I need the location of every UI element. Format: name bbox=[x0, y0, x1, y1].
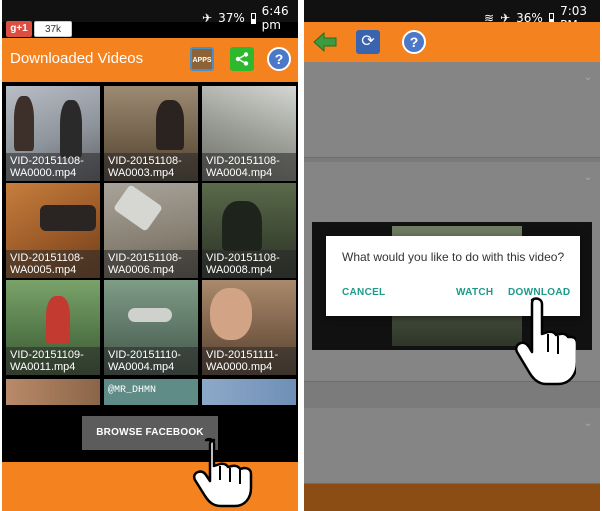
app-bar: Downloaded Videos APPS ? bbox=[2, 38, 298, 82]
video-tile[interactable]: VID-20151109-WA0011.mp4 bbox=[6, 280, 100, 375]
chevron-down-icon: ⌄ bbox=[583, 418, 592, 429]
page-title: Downloaded Videos bbox=[10, 50, 144, 67]
list-item[interactable]: ⌄ bbox=[304, 408, 600, 484]
share-icon[interactable] bbox=[230, 47, 254, 71]
dialog-title: What would you like to do with this vide… bbox=[342, 250, 565, 264]
video-tile[interactable]: VID-20151108-WA0000.mp4 bbox=[6, 86, 100, 181]
video-tile[interactable]: VID-20151108-WA0003.mp4 bbox=[104, 86, 198, 181]
refresh-icon[interactable]: ⟳ bbox=[356, 30, 380, 54]
video-filename: VID-20151108-WA0003.mp4 bbox=[104, 153, 198, 181]
app-bar: ⟳ ? bbox=[304, 22, 600, 62]
video-filename: VID-20151110-WA0004.mp4 bbox=[104, 347, 198, 375]
status-bar: ✈ 37% 6:46 pm bbox=[2, 0, 298, 32]
bottom-bar bbox=[304, 484, 600, 511]
google-plus-one-button[interactable]: g+1 bbox=[6, 21, 32, 37]
status-bar: ≋ ✈ 36% 7:03 PM bbox=[304, 0, 600, 32]
video-tile[interactable]: @MR_DHMN bbox=[104, 379, 198, 405]
video-overlay-text: @MR_DHMN bbox=[108, 385, 157, 396]
watch-button[interactable]: WATCH bbox=[456, 287, 493, 298]
pointing-hand-icon bbox=[192, 437, 253, 508]
video-filename: VID-20151108-WA0006.mp4 bbox=[104, 250, 198, 278]
video-filename: VID-20151108-WA0008.mp4 bbox=[202, 250, 296, 278]
video-tile[interactable] bbox=[6, 379, 100, 405]
list-item[interactable]: ⌄ bbox=[304, 62, 600, 158]
video-filename: VID-20151108-WA0005.mp4 bbox=[6, 250, 100, 278]
battery-percent: 37% bbox=[218, 11, 245, 25]
chevron-down-icon: ⌄ bbox=[583, 72, 592, 83]
video-filename: VID-20151111-WA0000.mp4 bbox=[202, 347, 296, 375]
airplane-mode-icon: ✈ bbox=[202, 11, 213, 25]
video-tile[interactable]: VID-20151108-WA0008.mp4 bbox=[202, 183, 296, 278]
cancel-button[interactable]: CANCEL bbox=[342, 287, 385, 298]
right-phone-screen: ≋ ✈ 36% 7:03 PM ⟳ ? ⌄ ⌄ ⌄ What would you… bbox=[304, 0, 600, 511]
video-filename: VID-20151109-WA0011.mp4 bbox=[6, 347, 100, 375]
chevron-down-icon: ⌄ bbox=[583, 172, 592, 183]
back-arrow-icon[interactable] bbox=[312, 30, 338, 54]
google-plus-count: 37k bbox=[34, 21, 72, 37]
apps-store-icon[interactable]: APPS bbox=[190, 47, 214, 71]
help-icon[interactable]: ? bbox=[267, 47, 291, 71]
video-tile[interactable]: VID-20151111-WA0000.mp4 bbox=[202, 280, 296, 375]
video-tile[interactable] bbox=[202, 379, 296, 405]
help-icon[interactable]: ? bbox=[402, 30, 426, 54]
video-tile[interactable]: VID-20151108-WA0005.mp4 bbox=[6, 183, 100, 278]
video-filename: VID-20151108-WA0000.mp4 bbox=[6, 153, 100, 181]
video-filename: VID-20151108-WA0004.mp4 bbox=[202, 153, 296, 181]
battery-icon bbox=[250, 12, 256, 24]
video-tile[interactable]: VID-20151108-WA0004.mp4 bbox=[202, 86, 296, 181]
video-tile[interactable]: VID-20151110-WA0004.mp4 bbox=[104, 280, 198, 375]
left-phone-screen: ✈ 37% 6:46 pm g+1 37k Downloaded Videos … bbox=[2, 0, 298, 511]
video-tile[interactable]: VID-20151108-WA0006.mp4 bbox=[104, 183, 198, 278]
pointing-hand-icon bbox=[514, 297, 576, 386]
clock: 6:46 pm bbox=[261, 4, 289, 32]
